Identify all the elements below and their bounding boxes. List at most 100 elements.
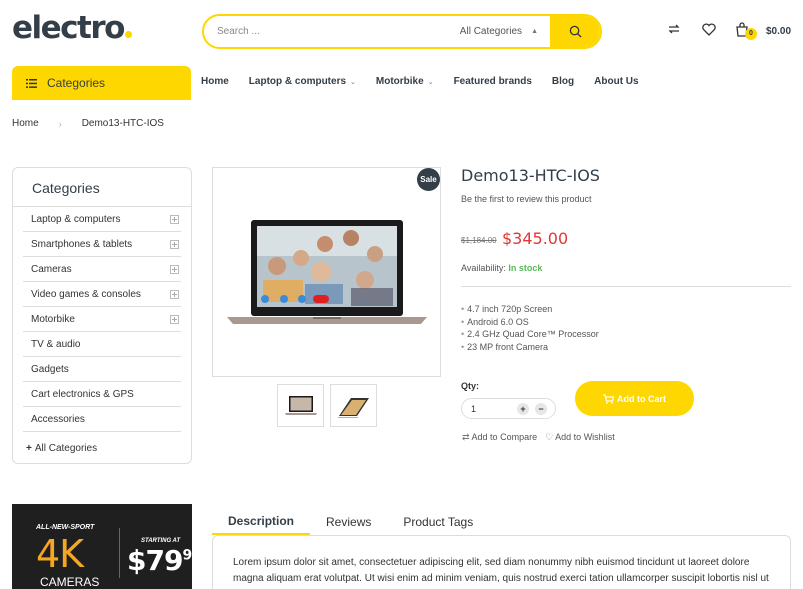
nav-item-featured-brands[interactable]: Featured brands (454, 76, 532, 87)
logo-dot (124, 31, 132, 38)
expand-plus-icon[interactable] (170, 264, 179, 274)
sidebar-title: Categories (13, 168, 191, 207)
sidebar-item[interactable]: Smartphones & tablets (23, 232, 181, 257)
sidebar-item-label: TV & audio (31, 338, 81, 350)
sidebar-item-label: Smartphones & tablets (31, 238, 133, 250)
sidebar-item[interactable]: Laptop & computers (23, 207, 181, 232)
sidebar-item[interactable]: Cameras (23, 257, 181, 282)
product-main-image[interactable] (212, 167, 441, 377)
search-bar: All Categories ▲ (202, 14, 602, 49)
compare-icon (668, 24, 680, 34)
search-input[interactable] (204, 16, 455, 47)
sidebar-item[interactable]: Accessories (23, 407, 181, 432)
sidebar-item-label: Laptop & computers (31, 213, 121, 225)
sidebar-item-label: Cart electronics & GPS (31, 388, 134, 400)
tab-description[interactable]: Description (212, 508, 311, 535)
all-categories-label: All Categories (34, 443, 98, 454)
minus-icon[interactable]: − (535, 403, 547, 415)
breadcrumb-home[interactable]: Home (12, 118, 39, 129)
availability-status: In stock (508, 263, 543, 273)
old-price: $1,184.00 (461, 236, 497, 245)
sidebar-item-label: Cameras (31, 263, 72, 275)
heart-icon: ♡ (545, 432, 554, 442)
promo-banner[interactable]: ALL-NEW-SPORT 4K CAMERAS STARTING AT $79… (12, 504, 192, 589)
qty-label: Qty: (461, 381, 479, 391)
banner-price-main: $79 (127, 544, 183, 577)
search-icon (569, 25, 582, 38)
search-category-select[interactable]: All Categories ▲ (455, 16, 550, 47)
sidebar-item[interactable]: Gadgets (23, 357, 181, 382)
nav-item-label: Laptop & computers (248, 76, 347, 87)
sidebar-item[interactable]: Motorbike (23, 307, 181, 332)
add-to-compare-label: Add to Compare (471, 432, 538, 442)
sidebar-item-label: Gadgets (31, 363, 69, 375)
sale-badge: Sale (417, 168, 440, 191)
breadcrumb-current: Demo13-HTC-IOS (81, 118, 164, 129)
add-to-cart-button[interactable]: Add to Cart (575, 381, 694, 416)
expand-plus-icon[interactable] (170, 289, 179, 299)
plus-icon[interactable]: + (517, 403, 529, 415)
sidebar-item-label: Motorbike (31, 313, 75, 325)
nav-item-laptop-computers[interactable]: Laptop & computers ⌄ (249, 76, 356, 87)
product-features: 4.7 inch 720p Screen Android 6.0 OS 2.4 … (461, 303, 599, 353)
expand-plus-icon[interactable] (170, 314, 179, 324)
feature-item: Android 6.0 OS (461, 316, 599, 329)
tab-reviews[interactable]: Reviews (310, 508, 387, 535)
nav-item-label: Blog (551, 76, 575, 87)
categories-menu-button[interactable]: Categories (12, 66, 191, 100)
add-to-cart-label: Add to Cart (617, 393, 666, 404)
nav-item-blog[interactable]: Blog (552, 76, 574, 87)
nav-item-label: Motorbike (375, 76, 424, 87)
category-sidebar: Categories Laptop & computers Smartphone… (12, 167, 192, 464)
availability: Availability: In stock (461, 263, 542, 273)
feature-item: 2.4 GHz Quad Core™ Processor (461, 328, 599, 341)
categories-menu-label: Categories (47, 76, 106, 90)
sidebar-item[interactable]: Video games & consoles (23, 282, 181, 307)
sidebar-item-label: Video games & consoles (31, 288, 141, 300)
product-actions: ⇄ Add to Compare ♡ Add to Wishlist (462, 432, 615, 443)
add-to-wishlist-label: Add to Wishlist (555, 432, 615, 442)
nav-item-about-us[interactable]: About Us (594, 76, 638, 87)
write-review-link[interactable]: Be the first to review this product (461, 194, 592, 204)
availability-label: Availability: (461, 263, 506, 273)
tab-product-tags[interactable]: Product Tags (387, 508, 489, 535)
search-category-label: All Categories (459, 26, 523, 37)
banner-line1: ALL-NEW-SPORT (36, 524, 95, 531)
all-categories-link[interactable]: + All Categories (13, 432, 191, 454)
add-to-compare-link[interactable]: ⇄ Add to Compare (462, 432, 537, 443)
feature-item: 23 MP front Camera (461, 341, 599, 354)
nav-item-motorbike[interactable]: Motorbike ⌄ (376, 76, 434, 87)
nav-item-home[interactable]: Home (201, 76, 229, 87)
quantity-input[interactable]: 1 (471, 404, 476, 414)
nav-item-label: Featured brands (453, 76, 532, 87)
expand-plus-icon[interactable] (170, 239, 179, 249)
nav-item-label: About Us (594, 76, 639, 87)
wishlist-button[interactable] (700, 20, 718, 38)
sidebar-item[interactable]: TV & audio (23, 332, 181, 357)
product-thumbnail[interactable] (277, 384, 324, 427)
product-thumbnail[interactable] (330, 384, 377, 427)
compare-icon: ⇄ (462, 432, 470, 442)
add-to-wishlist-link[interactable]: ♡ Add to Wishlist (545, 432, 615, 443)
cart-total[interactable]: $0.00 (766, 26, 791, 37)
banner-price-cents: 99 (182, 547, 192, 564)
expand-plus-icon[interactable] (170, 214, 179, 224)
description-panel: Lorem ipsum dolor sit amet, consectetuer… (212, 535, 791, 589)
banner-divider (119, 528, 120, 578)
sidebar-category-list: Laptop & computers Smartphones & tablets… (13, 207, 191, 432)
product-tabs: Description Reviews Product Tags (212, 508, 489, 535)
compare-button[interactable] (665, 20, 683, 38)
list-icon (26, 78, 37, 88)
heart-icon (702, 22, 716, 36)
search-button[interactable] (550, 16, 600, 47)
logo-text: electro (12, 10, 125, 46)
chevron-down-icon: ⌄ (350, 78, 356, 86)
plus-icon: + (26, 443, 32, 454)
site-logo[interactable]: electro (12, 10, 132, 46)
cart-count-badge: 0 (745, 28, 757, 40)
main-nav: Home Laptop & computers ⌄ Motorbike ⌄ Feat… (201, 76, 659, 87)
product-title: Demo13-HTC-IOS (461, 166, 600, 185)
sidebar-item[interactable]: Cart electronics & GPS (23, 382, 181, 407)
product-price: $345.00 (502, 229, 569, 248)
banner-price: $7999 (127, 544, 192, 577)
